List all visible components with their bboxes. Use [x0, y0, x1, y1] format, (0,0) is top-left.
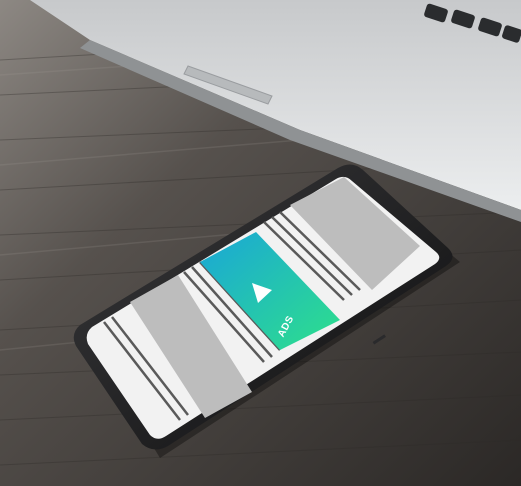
photo: ADS [0, 0, 521, 486]
scene [0, 0, 521, 486]
